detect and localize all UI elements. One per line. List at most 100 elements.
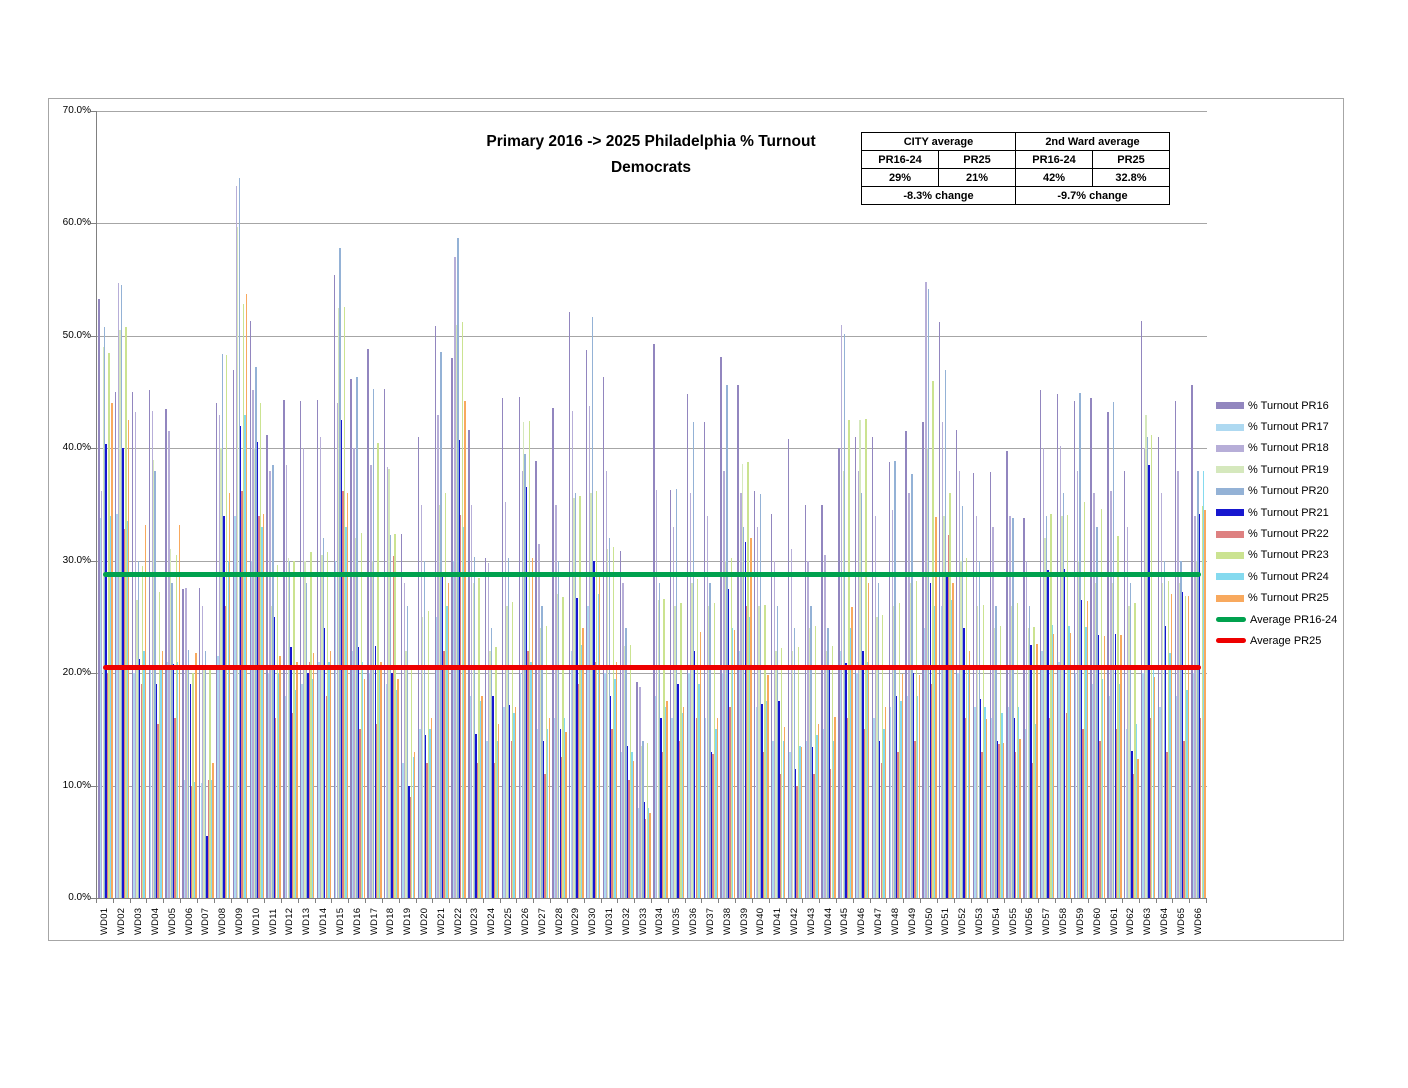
bar-TurnoutPR25-WD38 — [733, 630, 735, 898]
x-axis-tick — [281, 899, 282, 903]
legend-label: % Turnout PR17 — [1248, 421, 1329, 434]
x-axis-label-WD53: WD53 — [973, 907, 985, 935]
x-axis-tick — [213, 899, 215, 903]
x-axis-tick — [566, 899, 568, 903]
x-axis-tick — [381, 899, 383, 903]
x-axis-tick — [852, 899, 854, 903]
bar-TurnoutPR25-WD08 — [228, 493, 231, 898]
bar-TurnoutPR25-WD41 — [783, 727, 786, 898]
bar-TurnoutPR25-WD25 — [514, 706, 517, 898]
x-axis-tick — [264, 899, 266, 903]
x-axis-label-WD64: WD64 — [1158, 907, 1170, 935]
x-axis-tick — [819, 899, 821, 903]
legend-item---turnout-pr25: % Turnout PR25 — [1216, 588, 1337, 609]
x-axis-label-WD05: WD05 — [166, 907, 178, 935]
x-axis-label-WD56: WD56 — [1024, 907, 1036, 935]
legend-label: % Turnout PR21 — [1248, 506, 1329, 519]
x-axis-tick — [953, 899, 955, 903]
legend-item---turnout-pr22: % Turnout PR22 — [1216, 523, 1337, 544]
x-axis-label-WD28: WD28 — [553, 907, 565, 935]
x-axis-label-WD27: WD27 — [536, 907, 548, 935]
x-axis-tick — [768, 899, 770, 903]
x-axis-label-WD58: WD58 — [1058, 907, 1070, 935]
bar-TurnoutPR25-WD65 — [1187, 595, 1189, 898]
bar-TurnoutPR25-WD32 — [632, 760, 634, 898]
bar-TurnoutPR25-WD21 — [447, 583, 449, 898]
x-axis-label-WD37: WD37 — [704, 907, 716, 935]
x-axis-label-WD08: WD08 — [217, 907, 229, 935]
x-axis-label-WD34: WD34 — [654, 907, 666, 935]
x-axis-label-WD55: WD55 — [1007, 907, 1019, 935]
x-axis-label-WD43: WD43 — [805, 907, 817, 935]
bar-TurnoutPR25-WD06 — [195, 652, 197, 898]
bar-TurnoutPR25-WD34 — [666, 701, 668, 898]
bar-TurnoutPR25-WD17 — [380, 661, 382, 898]
bar-TurnoutPR25-WD61 — [1120, 634, 1122, 898]
legend-label: Average PR25 — [1250, 634, 1322, 647]
bar-TurnoutPR25-WD05 — [178, 524, 180, 898]
bar-TurnoutPR25-WD54 — [1002, 742, 1004, 898]
bar-TurnoutPR25-WD47 — [884, 706, 887, 898]
x-axis-tick — [432, 899, 434, 903]
bar-TurnoutPR25-WD63 — [1153, 676, 1156, 898]
legend-swatch-icon — [1216, 487, 1244, 495]
page: { "chart_data": { "type": "bar", "title"… — [0, 0, 1408, 1088]
x-axis-tick — [1121, 899, 1123, 903]
x-axis-label-WD03: WD03 — [133, 907, 145, 935]
legend-item---turnout-pr18: % Turnout PR18 — [1216, 438, 1337, 459]
bar-TurnoutPR25-WD52 — [968, 650, 971, 898]
x-axis-label-WD41: WD41 — [772, 907, 784, 935]
legend-label: % Turnout PR19 — [1248, 463, 1329, 476]
x-axis-tick — [987, 899, 989, 903]
legend-swatch-icon — [1216, 402, 1244, 410]
x-axis-tick — [196, 899, 198, 903]
bar-TurnoutPR25-WD24 — [498, 723, 500, 898]
legend-swatch-icon — [1216, 530, 1244, 538]
x-axis-label-WD48: WD48 — [889, 907, 901, 935]
x-axis-label-WD23: WD23 — [469, 907, 481, 935]
bar-TurnoutPR25-WD58 — [1069, 632, 1072, 898]
legend-label: % Turnout PR24 — [1248, 570, 1329, 583]
x-axis-tick — [920, 899, 922, 903]
bar-TurnoutPR25-WD12 — [296, 661, 298, 898]
bar-TurnoutPR25-WD13 — [313, 652, 315, 898]
legend-swatch-icon — [1216, 423, 1244, 431]
x-axis-tick — [1054, 899, 1056, 903]
bar-TurnoutPR25-WD20 — [430, 718, 433, 898]
x-axis-tick — [1088, 899, 1090, 903]
legend-item---turnout-pr20: % Turnout PR20 — [1216, 481, 1337, 502]
bar-TurnoutPR25-WD62 — [1137, 758, 1139, 898]
x-axis-label-WD65: WD65 — [1175, 907, 1187, 935]
x-axis-label-WD02: WD02 — [116, 907, 128, 935]
y-axis-tick — [91, 111, 96, 112]
x-axis-tick — [651, 899, 652, 903]
x-axis-tick — [735, 899, 737, 903]
bar-TurnoutPR25-WD53 — [985, 719, 988, 898]
x-axis-label-WD24: WD24 — [486, 907, 498, 935]
x-axis-tick — [112, 899, 114, 903]
x-axis-label-WD57: WD57 — [1041, 907, 1053, 935]
x-axis-tick — [1138, 899, 1140, 903]
x-axis-label-WD49: WD49 — [906, 907, 918, 935]
legend-swatch-icon — [1216, 573, 1244, 581]
x-axis-label-WD09: WD09 — [233, 907, 245, 935]
x-axis-tick — [600, 899, 602, 903]
x-axis-tick — [314, 899, 316, 903]
x-axis-tick — [482, 899, 484, 903]
x-axis-label-WD35: WD35 — [671, 907, 683, 935]
legend-item---turnout-pr19: % Turnout PR19 — [1216, 459, 1337, 480]
x-axis-tick — [751, 899, 753, 903]
x-axis-tick — [1021, 899, 1022, 903]
bar-TurnoutPR25-WD46 — [868, 583, 870, 898]
x-axis-tick — [903, 899, 905, 903]
y-axis-label: 50.0% — [62, 329, 91, 341]
bar-TurnoutPR25-WD55 — [1019, 739, 1021, 898]
x-axis-label-WD36: WD36 — [688, 907, 700, 935]
bar-TurnoutPR25-WD23 — [481, 695, 483, 898]
legend-item---turnout-pr24: % Turnout PR24 — [1216, 566, 1337, 587]
legend-item---turnout-pr16: % Turnout PR16 — [1216, 395, 1337, 416]
x-axis-label-WD39: WD39 — [738, 907, 750, 935]
x-axis-tick — [1004, 899, 1006, 903]
x-axis-tick — [129, 899, 131, 903]
x-axis-tick — [1037, 899, 1039, 903]
